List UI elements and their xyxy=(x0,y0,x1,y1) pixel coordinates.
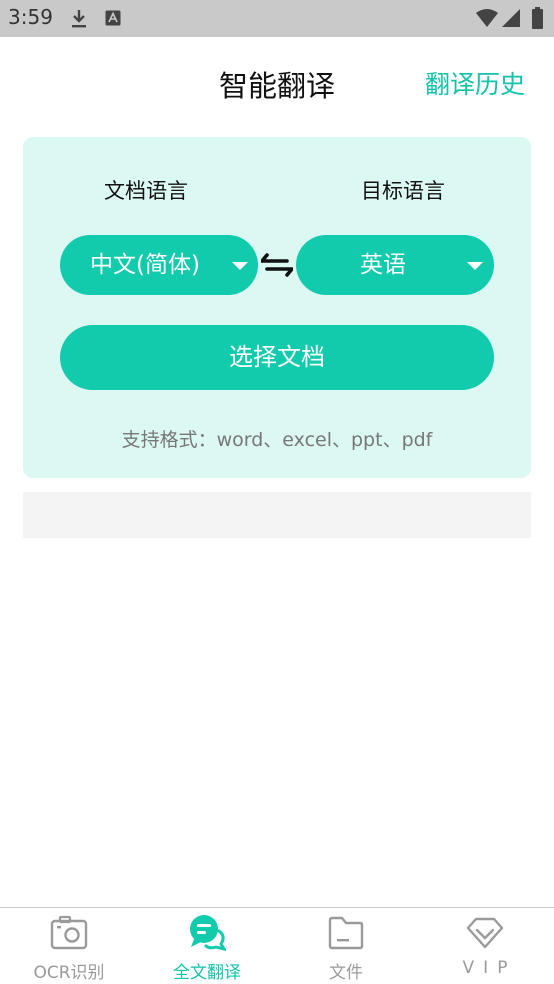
content-placeholder xyxy=(23,492,531,538)
download-icon xyxy=(72,10,86,28)
source-language-select[interactable]: 中文(简体) xyxy=(60,235,258,295)
tab-label: 文件 xyxy=(329,963,363,983)
source-language-value: 中文(简体) xyxy=(90,252,200,278)
tab-label: VIP xyxy=(462,958,517,978)
tab-ocr[interactable]: OCR识别 xyxy=(0,908,138,984)
tab-vip[interactable]: VIP xyxy=(416,908,554,984)
bottom-tab-bar: OCR识别 全文翻译 文件 VIP xyxy=(0,907,554,984)
tab-full-translation[interactable]: 全文翻译 xyxy=(138,908,276,984)
status-time: 3:59 xyxy=(8,5,53,29)
battery-icon xyxy=(532,7,543,29)
keyboard-a-icon xyxy=(105,10,121,26)
swap-languages-icon[interactable] xyxy=(261,247,293,283)
target-language-label: 目标语言 xyxy=(361,179,445,203)
camera-icon xyxy=(50,915,88,950)
tab-label: OCR识别 xyxy=(33,963,105,983)
wifi-icon xyxy=(476,9,498,27)
target-language-select[interactable]: 英语 xyxy=(296,235,494,295)
chat-bubbles-icon xyxy=(190,915,226,952)
status-bar: 3:59 xyxy=(0,0,554,37)
target-language-value: 英语 xyxy=(360,252,406,278)
translation-history-link[interactable]: 翻译历史 xyxy=(425,65,525,101)
diamond-icon xyxy=(466,917,504,949)
caret-down-icon xyxy=(467,262,483,270)
supported-formats-text: 支持格式：word、excel、ppt、pdf xyxy=(121,429,433,451)
tab-files[interactable]: 文件 xyxy=(277,908,415,984)
source-language-label: 文档语言 xyxy=(104,179,188,203)
tab-label: 全文翻译 xyxy=(173,963,241,983)
choose-document-button[interactable]: 选择文档 xyxy=(60,325,494,390)
folder-icon xyxy=(328,916,364,950)
signal-icon xyxy=(502,9,520,27)
caret-down-icon xyxy=(232,262,248,270)
